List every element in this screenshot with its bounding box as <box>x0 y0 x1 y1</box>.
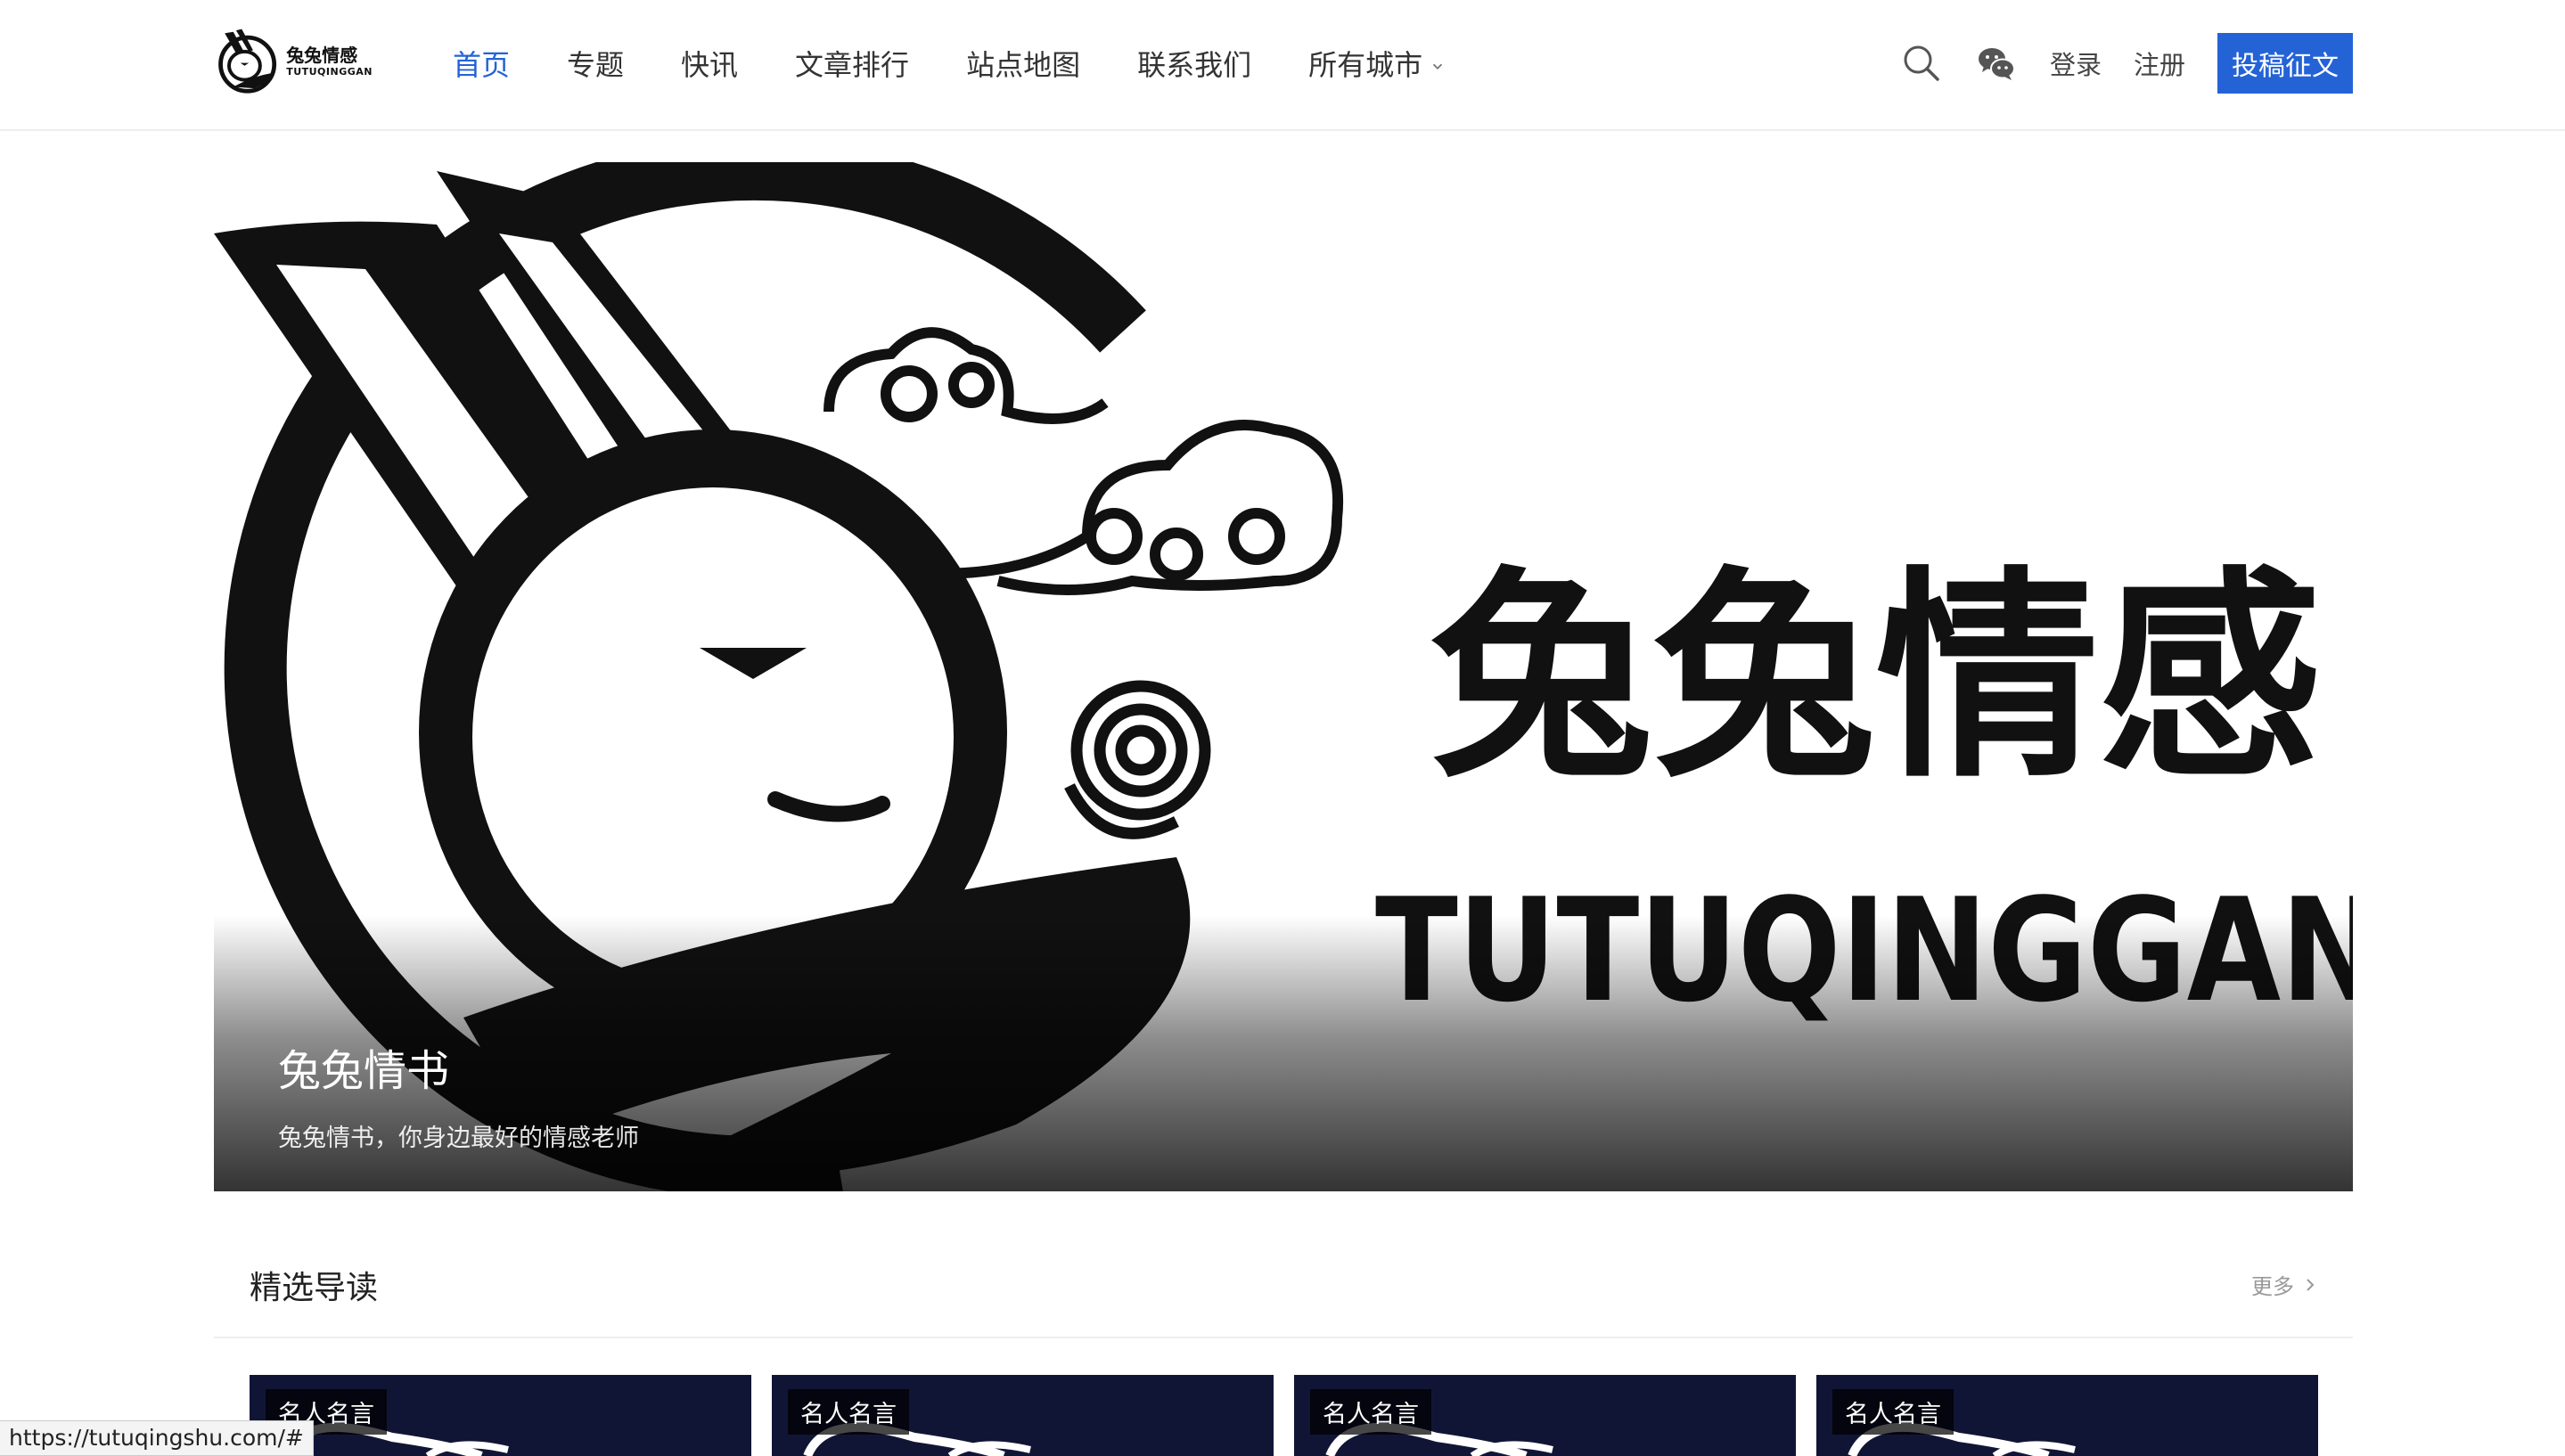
hero-art-title-cn: 兔兔情感 <box>1430 548 2322 807</box>
link-status-bar: https://tutuqingshu.com/# <box>0 1420 314 1456</box>
submit-article-button[interactable]: 投稿征文 <box>2217 33 2353 94</box>
featured-card[interactable]: 名人名言 <box>1816 1375 2318 1456</box>
card-category-tag: 名人名言 <box>1310 1389 1431 1435</box>
nav-item-label: 联系我们 <box>1137 48 1252 82</box>
hero-banner[interactable]: 兔兔情感 TUTUQINGGAN 兔兔情书 兔兔情书，你身边最好的情感老师 <box>214 162 2353 1191</box>
wechat-icon[interactable] <box>1975 42 2018 85</box>
site-header: 兔兔情感 TUTUQINGGAN 首页 专题 快讯 文章排行 站点地图 联系我们… <box>0 0 2565 131</box>
nav-item-topics[interactable]: 专题 <box>567 43 624 84</box>
logo-name-cn: 兔兔情感 <box>286 45 358 66</box>
nav-item-cities-dropdown[interactable]: 所有城市 <box>1308 43 1446 84</box>
featured-card[interactable]: 名人名言 <box>250 1375 751 1456</box>
section-title: 精选导读 <box>250 1270 379 1306</box>
more-link[interactable]: 更多 <box>2251 1269 2317 1300</box>
nav-item-label: 首页 <box>453 48 511 82</box>
header-actions: 登录 注册 投稿征文 <box>1900 0 2353 127</box>
site-logo[interactable]: 兔兔情感 TUTUQINGGAN <box>212 21 373 102</box>
nav-item-home[interactable]: 首页 <box>453 43 510 84</box>
nav-item-label: 专题 <box>567 48 625 82</box>
register-link[interactable]: 注册 <box>2134 45 2185 82</box>
logo-name-en: TUTUQINGGAN <box>286 66 373 78</box>
card-category-tag: 名人名言 <box>788 1389 909 1435</box>
rabbit-logo-icon <box>218 29 277 94</box>
nav-item-sitemap[interactable]: 站点地图 <box>966 43 1080 84</box>
featured-card[interactable]: 名人名言 <box>772 1375 1274 1456</box>
nav-item-label: 快讯 <box>681 48 739 82</box>
main-nav: 首页 专题 快讯 文章排行 站点地图 联系我们 所有城市 <box>453 0 1503 127</box>
featured-cards: 名人名言 名人名言 名人名言 名人名言 <box>250 1375 2318 1456</box>
hero-subtitle: 兔兔情书，你身边最好的情感老师 <box>278 1125 639 1152</box>
nav-item-label: 站点地图 <box>966 48 1081 82</box>
search-icon[interactable] <box>1900 42 1943 85</box>
nav-item-ranking[interactable]: 文章排行 <box>795 43 909 84</box>
chevron-down-icon <box>1432 63 1443 70</box>
chevron-right-icon <box>2307 1278 2315 1291</box>
featured-card[interactable]: 名人名言 <box>1294 1375 1796 1456</box>
nav-item-contact[interactable]: 联系我们 <box>1137 43 1251 84</box>
hero-title[interactable]: 兔兔情书 <box>278 1035 449 1098</box>
card-category-tag: 名人名言 <box>1832 1389 1954 1435</box>
nav-item-label: 文章排行 <box>795 48 910 82</box>
featured-section-header: 精选导读 更多 <box>214 1239 2353 1338</box>
nav-item-label: 所有城市 <box>1308 48 1423 82</box>
more-link-label: 更多 <box>2251 1274 2294 1299</box>
logo-text: 兔兔情感 TUTUQINGGAN <box>286 45 373 78</box>
login-link[interactable]: 登录 <box>2050 45 2102 82</box>
nav-item-news[interactable]: 快讯 <box>681 43 738 84</box>
